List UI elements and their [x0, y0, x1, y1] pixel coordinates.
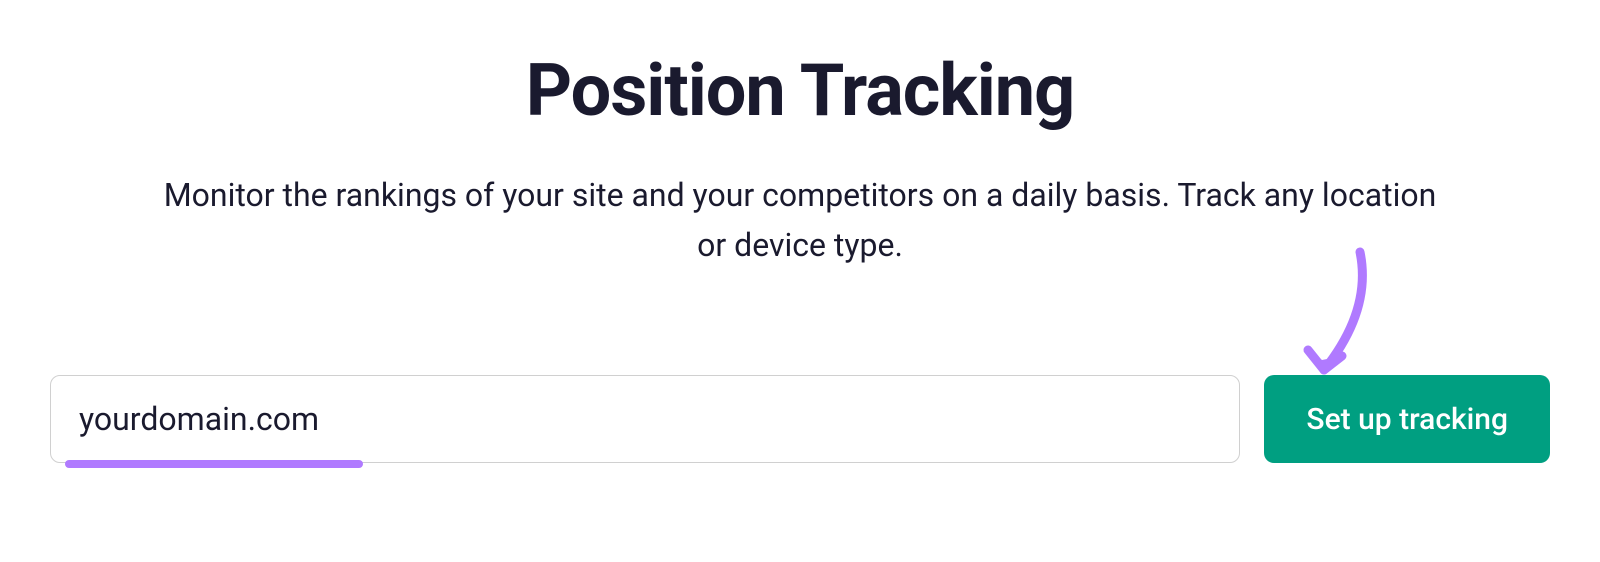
setup-tracking-button[interactable]: Set up tracking [1264, 375, 1550, 463]
domain-input[interactable] [50, 375, 1240, 463]
form-row: Set up tracking [50, 375, 1550, 463]
page-container: Position Tracking Monitor the rankings o… [0, 0, 1600, 270]
page-subtitle: Monitor the rankings of your site and yo… [160, 171, 1440, 270]
page-title: Position Tracking [526, 48, 1075, 133]
underline-annotation [65, 460, 363, 468]
